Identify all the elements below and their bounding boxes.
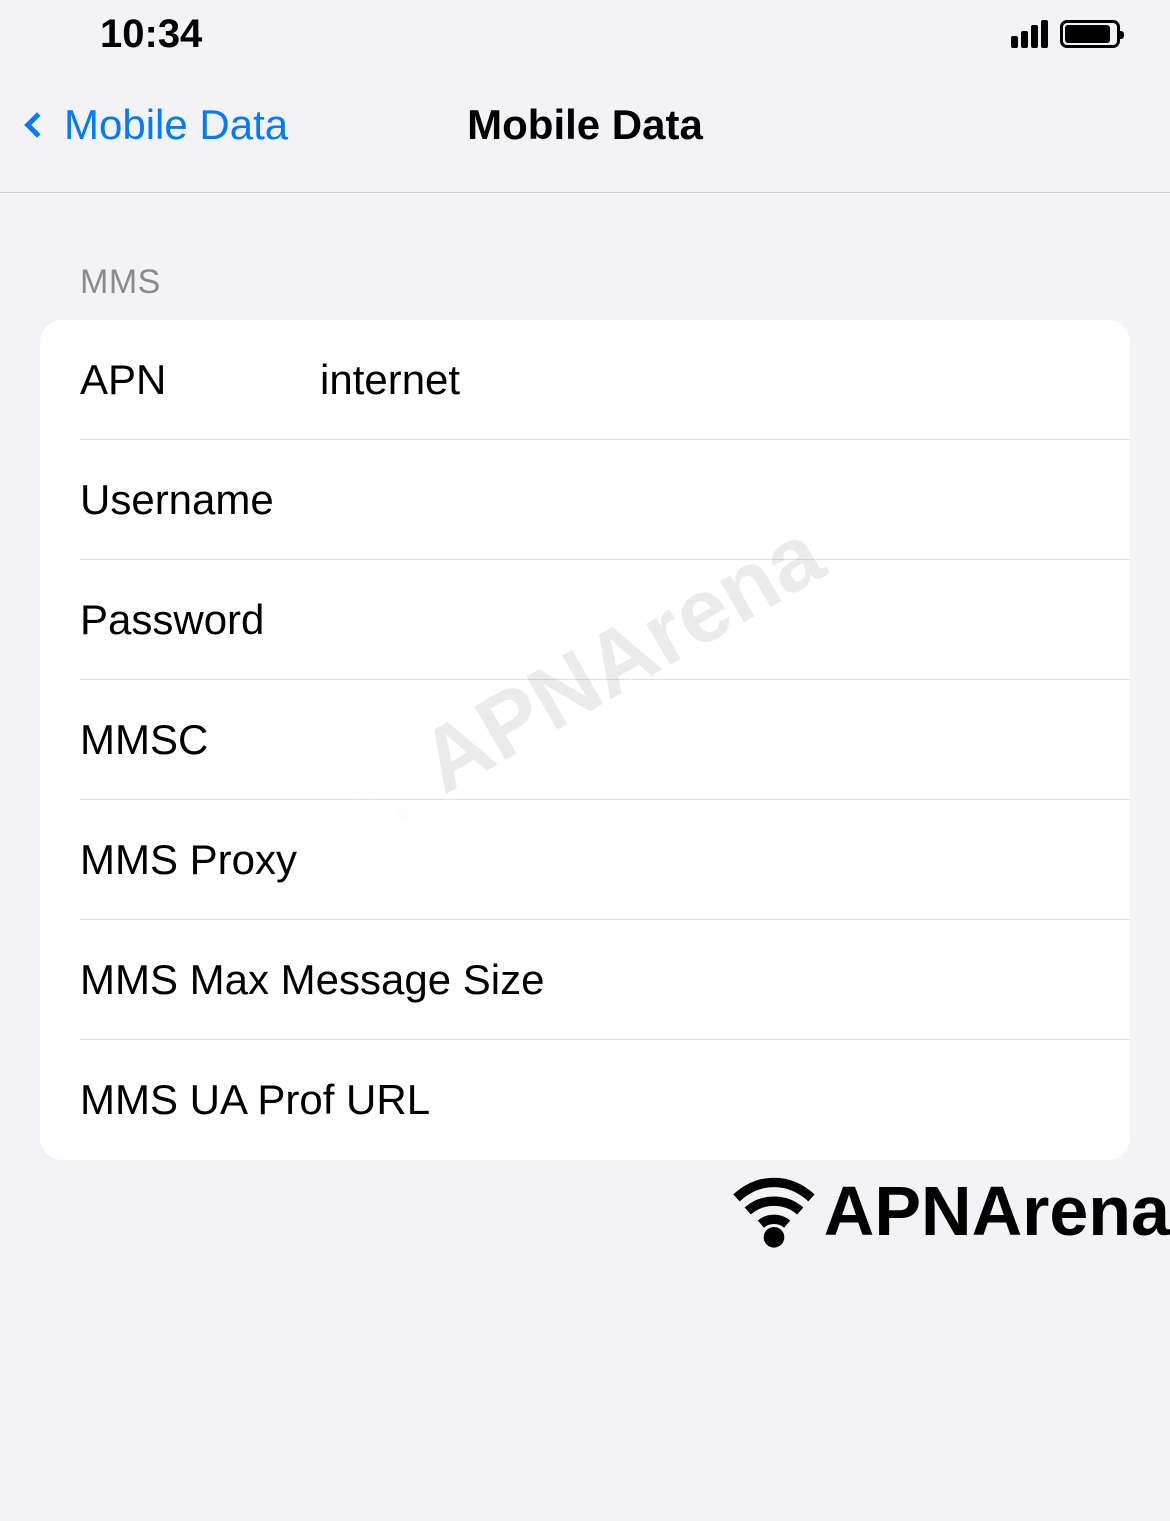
settings-group-mms: APN Username Password MMSC MMS Proxy MMS… bbox=[40, 320, 1130, 1160]
section-header-mms: MMS bbox=[40, 263, 1130, 302]
input-mmsc[interactable] bbox=[320, 716, 1090, 764]
back-button[interactable]: Mobile Data bbox=[20, 101, 288, 149]
input-mms-max-size[interactable] bbox=[544, 956, 1090, 1004]
input-mms-ua-prof[interactable] bbox=[430, 1076, 1090, 1124]
wifi-icon bbox=[729, 1166, 819, 1256]
label-mms-max-size: MMS Max Message Size bbox=[80, 956, 544, 1004]
label-password: Password bbox=[80, 596, 320, 644]
status-bar: 10:34 bbox=[0, 0, 1170, 68]
nav-bar: Mobile Data Mobile Data bbox=[0, 68, 1170, 193]
status-time: 10:34 bbox=[100, 12, 202, 57]
row-mms-proxy[interactable]: MMS Proxy bbox=[40, 800, 1130, 920]
page-title: Mobile Data bbox=[467, 101, 703, 149]
watermark-bottom: APNArena bbox=[729, 1166, 1170, 1256]
input-password[interactable] bbox=[320, 596, 1090, 644]
row-mms-max-size[interactable]: MMS Max Message Size bbox=[40, 920, 1130, 1040]
input-apn[interactable] bbox=[320, 356, 1090, 404]
row-username[interactable]: Username bbox=[40, 440, 1130, 560]
label-mms-ua-prof: MMS UA Prof URL bbox=[80, 1076, 430, 1124]
battery-icon bbox=[1060, 20, 1120, 48]
row-apn[interactable]: APN bbox=[40, 320, 1130, 440]
content: MMS APN Username Password MMSC MMS Proxy bbox=[0, 193, 1170, 1160]
label-apn: APN bbox=[80, 356, 320, 404]
label-username: Username bbox=[80, 476, 320, 524]
label-mmsc: MMSC bbox=[80, 716, 320, 764]
input-mms-proxy[interactable] bbox=[297, 836, 1090, 884]
input-username[interactable] bbox=[320, 476, 1090, 524]
label-mms-proxy: MMS Proxy bbox=[80, 836, 297, 884]
row-password[interactable]: Password bbox=[40, 560, 1130, 680]
row-mmsc[interactable]: MMSC bbox=[40, 680, 1130, 800]
cellular-signal-icon bbox=[1011, 20, 1048, 48]
chevron-left-icon bbox=[24, 112, 49, 137]
row-mms-ua-prof[interactable]: MMS UA Prof URL bbox=[40, 1040, 1130, 1160]
back-button-label: Mobile Data bbox=[64, 101, 288, 149]
status-icons bbox=[1011, 20, 1120, 48]
